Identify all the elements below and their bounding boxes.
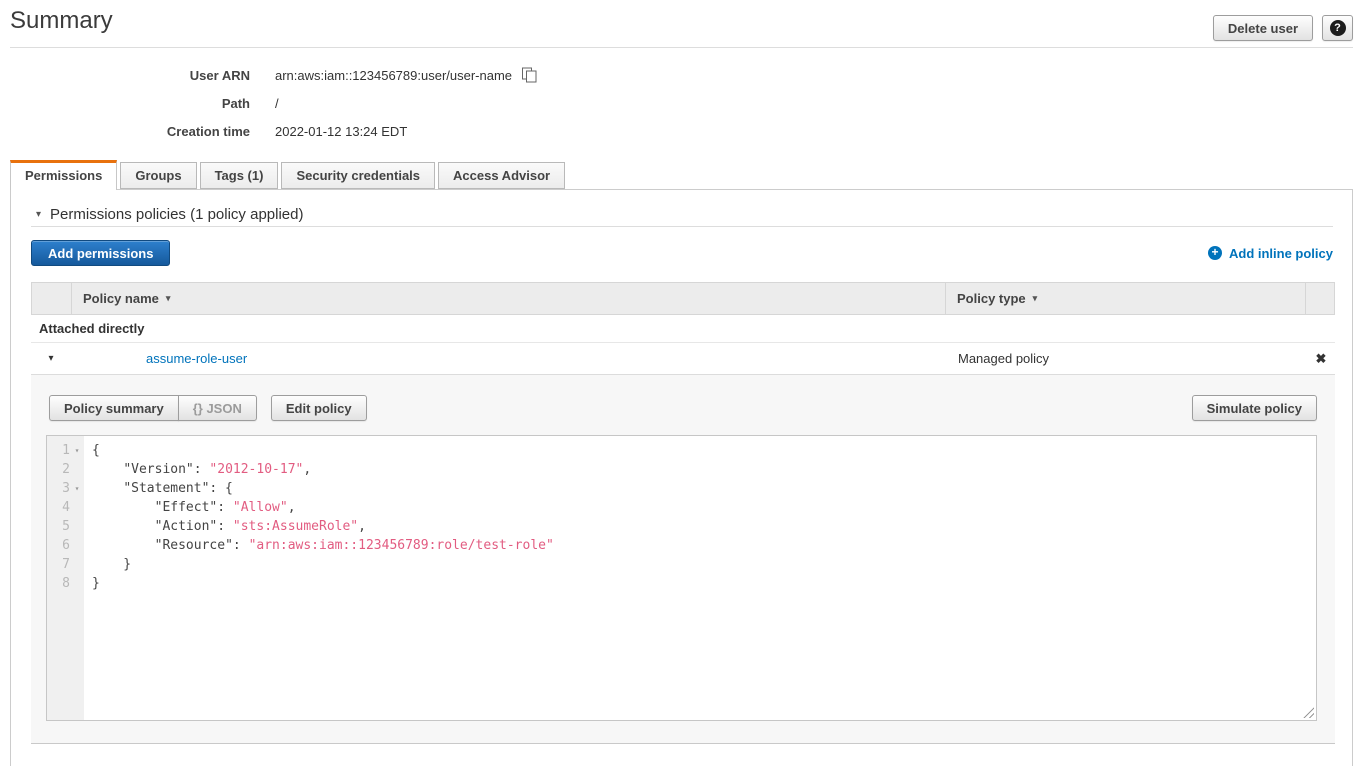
add-permissions-button[interactable]: Add permissions: [31, 240, 170, 266]
policy-type-column-header[interactable]: Policy type ▾: [946, 283, 1306, 314]
editor-line-number: 5: [47, 517, 84, 536]
fold-caret-icon[interactable]: ▾: [70, 479, 84, 498]
header-actions: Delete user ?: [1213, 15, 1353, 41]
tab-bar: Permissions Groups Tags (1) Security cre…: [10, 159, 1362, 189]
expand-column-header: [32, 283, 72, 314]
policy-table-header: Policy name ▾ Policy type ▾: [31, 282, 1335, 315]
editor-line-number: 7: [47, 555, 84, 574]
policy-table: Policy name ▾ Policy type ▾ Attached dir…: [31, 282, 1335, 744]
attached-directly-label: Attached directly: [39, 321, 144, 336]
remove-policy-icon[interactable]: ✖: [1307, 351, 1335, 367]
edit-policy-button[interactable]: Edit policy: [271, 395, 367, 421]
tab-access-advisor[interactable]: Access Advisor: [438, 162, 565, 189]
delete-user-button[interactable]: Delete user: [1213, 15, 1313, 41]
row-expand-caret-icon[interactable]: ▾: [31, 353, 71, 364]
tab-security-credentials[interactable]: Security credentials: [281, 162, 435, 189]
editor-code-line: "Action": "sts:AssumeRole",: [92, 517, 1316, 536]
question-icon: ?: [1330, 20, 1346, 36]
user-arn-label: User ARN: [0, 68, 250, 83]
fold-caret-slot: [70, 574, 84, 593]
editor-code-line: }: [92, 555, 1316, 574]
detail-row-creation-time: Creation time 2022-01-12 13:24 EDT: [0, 117, 1362, 145]
tab-groups[interactable]: Groups: [120, 162, 196, 189]
page-title: Summary: [10, 7, 113, 35]
fold-caret-slot: [70, 536, 84, 555]
plus-circle-icon: +: [1208, 246, 1222, 260]
sort-caret-icon: ▾: [166, 293, 171, 304]
policy-name-column-header[interactable]: Policy name ▾: [72, 283, 946, 314]
editor-line-number: 1▾: [47, 441, 84, 460]
action-row: Add permissions + Add inline policy: [11, 227, 1352, 282]
remove-column-header: [1306, 283, 1334, 314]
policy-name-link[interactable]: assume-role-user: [146, 351, 247, 366]
detail-row-path: Path /: [0, 89, 1362, 117]
editor-code: { "Version": "2012-10-17", "Statement": …: [84, 436, 1316, 720]
policy-type-header-label: Policy type: [957, 291, 1026, 306]
fold-caret-slot: [70, 498, 84, 517]
attached-directly-group-row: Attached directly: [31, 315, 1335, 343]
detail-row-user-arn: User ARN arn:aws:iam::123456789:user/use…: [0, 61, 1362, 89]
policy-detail-panel: Policy summary {} JSON Edit policy Simul…: [31, 375, 1335, 744]
collapse-caret-icon[interactable]: ▾: [36, 209, 41, 220]
editor-code-line: "Statement": {: [92, 479, 1316, 498]
permissions-policies-section-header: ▾ Permissions policies (1 policy applied…: [11, 190, 1352, 226]
path-label: Path: [0, 96, 250, 111]
permissions-tab-panel: ▾ Permissions policies (1 policy applied…: [10, 189, 1353, 766]
editor-gutter: 1▾23▾45678: [47, 436, 84, 720]
copy-icon[interactable]: [521, 67, 538, 83]
fold-caret-slot: [70, 460, 84, 479]
editor-line-number: 2: [47, 460, 84, 479]
tab-tags[interactable]: Tags (1): [200, 162, 279, 189]
json-view-button[interactable]: {} JSON: [178, 395, 257, 421]
fold-caret-icon[interactable]: ▾: [70, 441, 84, 460]
policy-table-row: ▾ assume-role-user Managed policy ✖: [31, 343, 1335, 375]
permissions-policies-title: Permissions policies (1 policy applied): [50, 206, 303, 223]
editor-code-line: "Resource": "arn:aws:iam::123456789:role…: [92, 536, 1316, 555]
editor-code-line: "Version": "2012-10-17",: [92, 460, 1316, 479]
tab-permissions[interactable]: Permissions: [10, 160, 117, 190]
help-button[interactable]: ?: [1322, 15, 1353, 41]
policy-summary-button[interactable]: Policy summary: [49, 395, 179, 421]
page-header: Summary Delete user ?: [10, 0, 1353, 48]
policy-name-header-label: Policy name: [83, 291, 159, 306]
user-arn-value: arn:aws:iam::123456789:user/user-name: [275, 68, 512, 83]
add-inline-policy-label: Add inline policy: [1229, 246, 1333, 261]
editor-line-number: 3▾: [47, 479, 84, 498]
editor-line-number: 4: [47, 498, 84, 517]
editor-code-line: {: [92, 441, 1316, 460]
fold-caret-slot: [70, 555, 84, 574]
simulate-policy-button[interactable]: Simulate policy: [1192, 395, 1317, 421]
json-policy-editor[interactable]: 1▾23▾45678 { "Version": "2012-10-17", "S…: [46, 435, 1317, 721]
creation-time-value: 2022-01-12 13:24 EDT: [275, 124, 407, 139]
editor-line-number: 8: [47, 574, 84, 593]
path-value: /: [275, 96, 279, 111]
fold-caret-slot: [70, 517, 84, 536]
policy-type-value: Managed policy: [947, 351, 1307, 366]
creation-time-label: Creation time: [0, 124, 250, 139]
sort-caret-icon: ▾: [1033, 293, 1038, 304]
editor-line-number: 6: [47, 536, 84, 555]
policy-detail-buttons: Policy summary {} JSON Edit policy Simul…: [49, 395, 1317, 421]
user-details: User ARN arn:aws:iam::123456789:user/use…: [0, 48, 1362, 159]
add-inline-policy-link[interactable]: + Add inline policy: [1208, 246, 1333, 261]
editor-code-line: }: [92, 574, 1316, 593]
editor-code-line: "Effect": "Allow",: [92, 498, 1316, 517]
